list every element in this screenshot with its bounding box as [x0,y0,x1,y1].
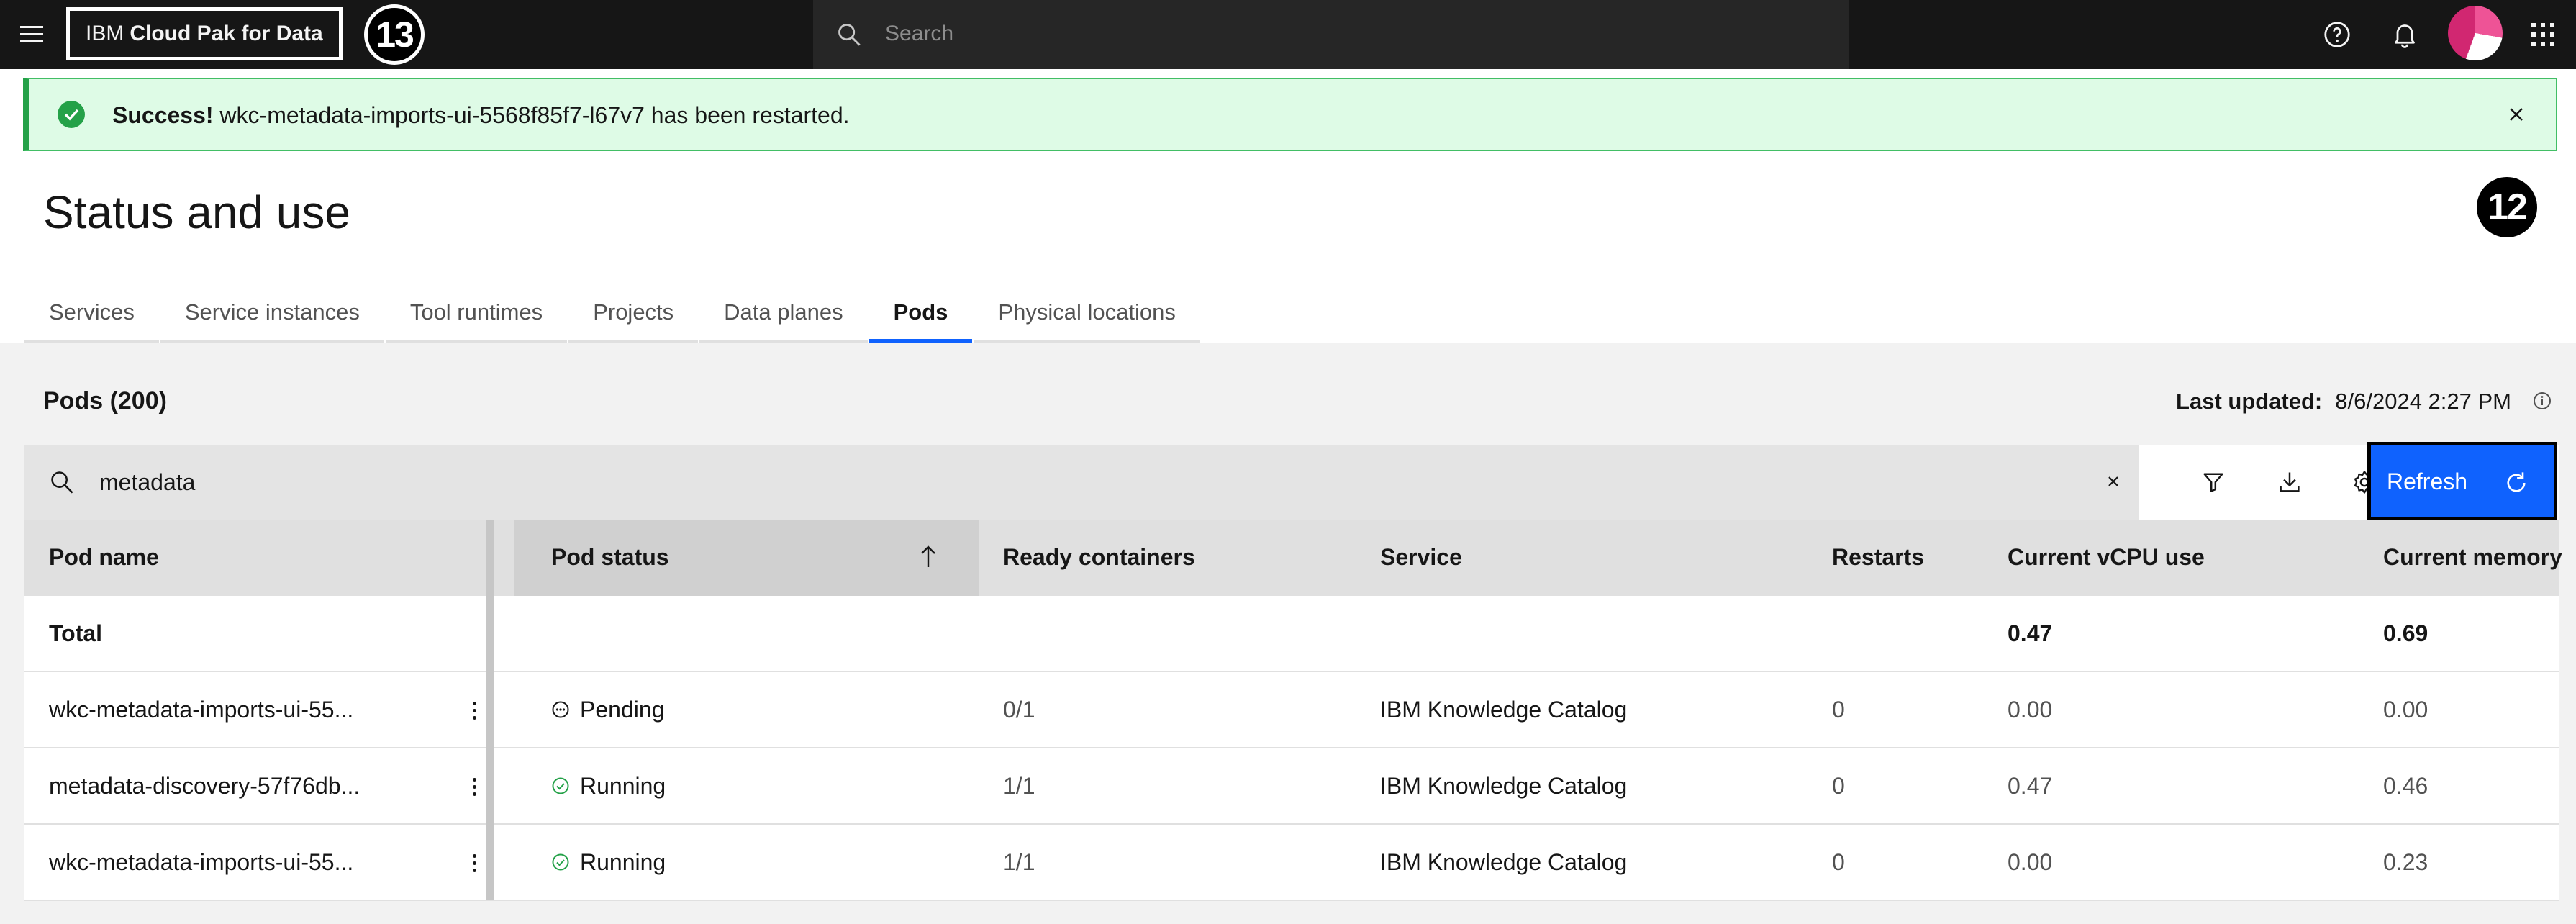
pod-status: Running [551,825,666,900]
close-icon[interactable] [2505,104,2527,125]
memory-use: 0.46 [2383,772,2428,799]
ready-containers: 1/1 [1003,772,1035,799]
table-row[interactable]: metadata-discovery-57f76db... Running 1/… [24,748,2559,825]
column-header-service[interactable]: Service [1380,520,1462,594]
user-avatar[interactable] [2448,6,2503,60]
column-header-pod-status[interactable]: Pod status [551,520,669,594]
last-updated-label: Last updated: [2176,389,2323,414]
pod-name[interactable]: wkc-metadata-imports-ui-55... [49,672,353,747]
pod-status: Running [551,748,666,823]
download-icon[interactable] [2277,469,2303,495]
service-name: IBM Knowledge Catalog [1380,772,1628,799]
clear-search-icon[interactable] [2103,471,2124,492]
table-total-row: Total 0.47 0.69 [24,596,2559,672]
success-notification: Success! wkc-metadata-imports-ui-5568f85… [23,78,2557,151]
frozen-column-divider [486,520,494,900]
annotation-marker: 13 [364,4,425,65]
checkmark-outline-icon [552,777,569,794]
ready-containers: 1/1 [1003,848,1035,875]
notification-message: Success! wkc-metadata-imports-ui-5568f85… [112,102,850,129]
column-header-vcpu[interactable]: Current vCPU use [2008,520,2205,594]
tab-data-planes[interactable]: Data planes [699,294,868,343]
checkmark-filled-icon [58,101,85,128]
service-name: IBM Knowledge Catalog [1380,848,1628,875]
global-search-placeholder: Search [885,22,954,45]
notification-icon[interactable] [2390,20,2419,49]
tab-projects[interactable]: Projects [568,294,699,343]
pod-name[interactable]: metadata-discovery-57f76db... [49,748,360,823]
pod-status: Pending [551,672,664,747]
column-header-restarts[interactable]: Restarts [1832,520,1924,594]
vcpu-use: 0.00 [2008,696,2053,723]
vcpu-use: 0.47 [2008,772,2053,799]
table-row[interactable]: wkc-metadata-imports-ui-55... Running 1/… [24,825,2559,901]
sort-ascending-icon[interactable] [917,544,940,570]
restarts: 0 [1832,848,1845,875]
notification-text: wkc-metadata-imports-ui-5568f85f7-l67v7 … [219,102,850,128]
table-toolbar: metadata [24,445,2559,520]
notification-title: Success! [112,102,214,128]
pod-status-label: Running [580,848,666,875]
tab-list: Services Service instances Tool runtimes… [24,294,1200,343]
pods-table: Pod name Pod status Ready containers Ser… [24,520,2562,901]
product-brand[interactable]: IBM Cloud Pak for Data [66,7,343,60]
vcpu-use: 0.00 [2008,848,2053,875]
tab-tool-runtimes[interactable]: Tool runtimes [385,294,568,343]
service-name: IBM Knowledge Catalog [1380,696,1628,723]
tab-pods[interactable]: Pods [869,294,973,343]
pending-icon [552,701,569,718]
help-icon[interactable] [2323,20,2351,49]
global-search[interactable]: Search [813,0,1849,69]
search-icon [838,24,861,46]
memory-use: 0.00 [2383,696,2428,723]
pods-count-title: Pods (200) [43,387,167,415]
filter-icon[interactable] [2200,469,2226,495]
tab-service-instances[interactable]: Service instances [160,294,384,343]
memory-use: 0.23 [2383,848,2428,875]
column-header-pod-name[interactable]: Pod name [49,520,159,594]
table-search-input[interactable]: metadata [99,469,195,496]
brand-prefix: IBM [86,22,124,45]
pod-status-label: Pending [580,696,665,723]
tab-physical-locations[interactable]: Physical locations [974,294,1200,343]
last-updated-value: 8/6/2024 2:27 PM [2335,389,2511,414]
refresh-button[interactable]: Refresh [2367,442,2557,521]
total-memory: 0.69 [2383,620,2428,646]
total-label: Total [49,620,103,646]
menu-icon[interactable] [17,20,46,49]
table-header-row: Pod name Pod status Ready containers Ser… [24,520,2562,596]
top-header: IBM Cloud Pak for Data 13 Search [0,0,2576,69]
search-icon [51,471,73,494]
restarts: 0 [1832,772,1845,799]
ready-containers: 0/1 [1003,696,1035,723]
brand-name: Cloud Pak for Data [130,22,323,45]
column-header-memory[interactable]: Current memory [2383,520,2562,594]
checkmark-outline-icon [552,853,569,871]
pod-status-label: Running [580,772,666,799]
total-vcpu: 0.47 [2008,620,2053,646]
refresh-icon [2507,472,2526,492]
table-row[interactable]: wkc-metadata-imports-ui-55... Pending 0/… [24,672,2559,748]
app-switcher-icon[interactable] [2531,23,2554,46]
last-updated: Last updated: 8/6/2024 2:27 PM [2176,389,2511,415]
pod-name[interactable]: wkc-metadata-imports-ui-55... [49,825,353,900]
information-icon[interactable] [2531,390,2553,412]
page-title: Status and use [43,186,350,238]
restarts: 0 [1832,696,1845,723]
annotation-marker: 12 [2477,177,2537,237]
tab-services[interactable]: Services [24,294,159,343]
refresh-label: Refresh [2387,468,2468,494]
column-header-ready-containers[interactable]: Ready containers [1003,520,1195,594]
